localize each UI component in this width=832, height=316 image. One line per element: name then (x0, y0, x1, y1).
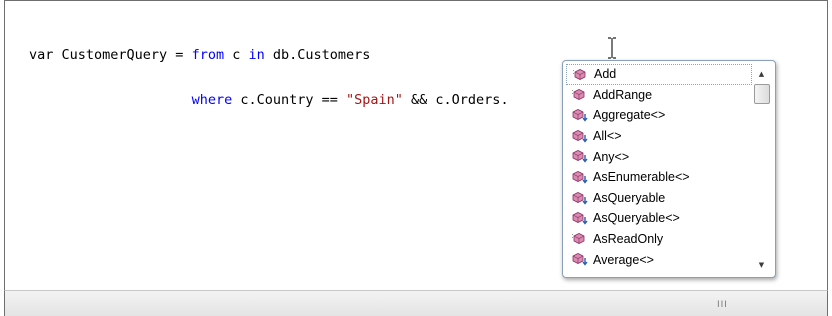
method-icon (572, 232, 590, 246)
code-text-segment: && c.Orders. (402, 92, 509, 108)
keyword-from: from (191, 47, 225, 63)
popup-scrollbar[interactable]: ▲ ▼ (752, 65, 771, 273)
extension-method-icon (572, 108, 590, 122)
completion-item-label: AsReadOnly (593, 232, 664, 247)
string-literal: "Spain" (346, 92, 403, 108)
extension-method-icon (572, 252, 590, 266)
completion-item-label: Aggregate<> (593, 108, 666, 123)
extension-method-icon (572, 191, 590, 205)
code-line-2: where c.Country == "Spain" && c.Orders. (29, 93, 509, 108)
completion-item-label: Any<> (593, 149, 630, 164)
text-cursor-icon (608, 37, 616, 59)
extension-method-icon (572, 170, 590, 184)
code-line-1: var CustomerQuery = from c in db.Custome… (29, 48, 509, 63)
code-text-segment: var CustomerQuery = (29, 47, 192, 63)
completion-item[interactable]: Any<> (566, 146, 752, 167)
completion-item[interactable]: AsEnumerable<> (566, 167, 752, 188)
extension-method-icon (572, 149, 590, 163)
code-text-segment: c (224, 47, 249, 63)
extension-method-icon (572, 211, 590, 225)
completion-item[interactable]: AsReadOnly (566, 229, 752, 250)
method-icon (572, 88, 590, 102)
scroll-down-button[interactable]: ▼ (752, 256, 771, 273)
completion-item-label: AddRange (593, 87, 653, 102)
code-text[interactable]: var CustomerQuery = from c in db.Custome… (29, 18, 509, 138)
intellisense-popup[interactable]: Add AddRange Aggregate<> All<> Any<> AsEnumer… (562, 60, 776, 278)
scroll-up-button[interactable]: ▲ (752, 65, 771, 82)
completion-item-label: AsQueryable<> (593, 211, 680, 226)
completion-item-label: All<> (593, 129, 622, 144)
completion-item[interactable]: Add (566, 64, 752, 85)
horizontal-scrollbar[interactable]: III (4, 290, 828, 316)
code-text-segment: c.Country == (232, 92, 346, 108)
scroll-thumb[interactable] (754, 84, 770, 104)
completion-item[interactable]: AsQueryable<> (566, 208, 752, 229)
method-icon (573, 68, 591, 82)
completion-item[interactable]: AsQueryable (566, 188, 752, 209)
completion-item[interactable]: AddRange (566, 85, 752, 106)
completion-list[interactable]: Add AddRange Aggregate<> All<> Any<> AsEnumer… (566, 64, 752, 270)
keyword-in: in (248, 47, 265, 63)
completion-item-label: AsEnumerable<> (593, 170, 690, 185)
scroll-grip[interactable]: III (717, 300, 728, 310)
extension-method-icon (572, 129, 590, 143)
completion-item[interactable]: All<> (566, 126, 752, 147)
completion-item-label: Add (594, 67, 617, 82)
keyword-where: where (191, 92, 233, 108)
completion-item[interactable]: Average<> (566, 249, 752, 270)
completion-item-label: AsQueryable (593, 190, 666, 205)
completion-item[interactable]: Aggregate<> (566, 105, 752, 126)
completion-item-label: Average<> (593, 252, 654, 267)
code-text-segment: db.Customers (264, 47, 371, 63)
